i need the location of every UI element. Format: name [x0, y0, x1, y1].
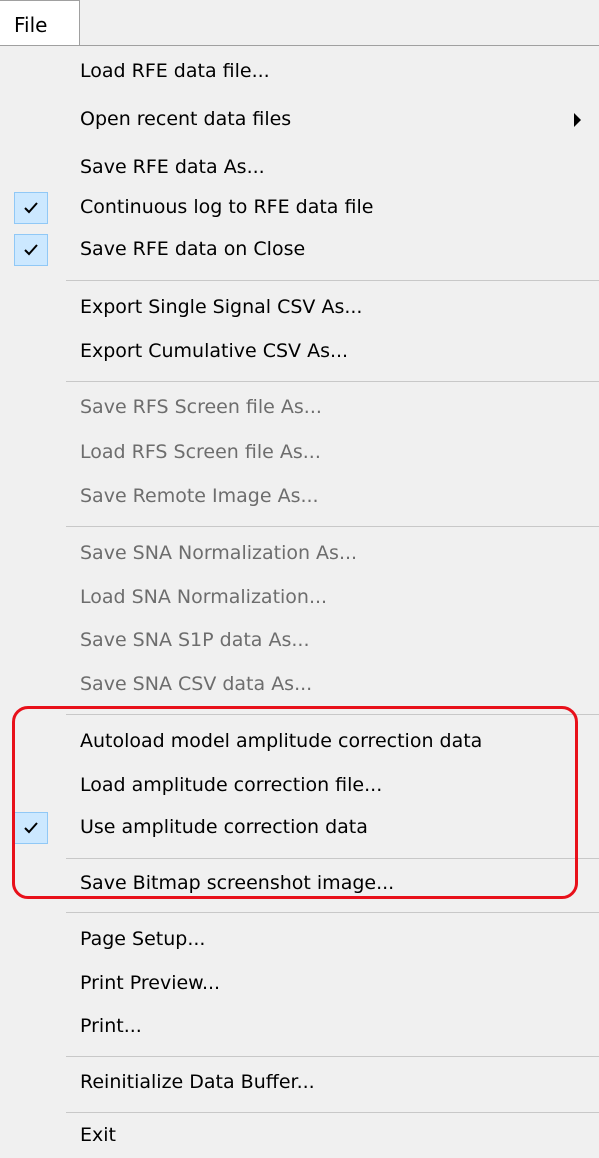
menu-item-label: Save RFE data As...	[80, 156, 265, 178]
menu-item-label: Page Setup...	[80, 928, 206, 950]
menu-item-label: Load RFS Screen file As...	[80, 441, 321, 463]
menu-item-label: Print Preview...	[80, 972, 221, 994]
menu-item-load-rfs-screen-file: Load RFS Screen file As...	[0, 433, 599, 473]
menu-separator	[66, 912, 599, 913]
menu-item-print-preview[interactable]: Print Preview...	[0, 964, 599, 1004]
menu-item-save-sna-s1p-data: Save SNA S1P data As...	[0, 621, 599, 661]
menu-item-label: Continuous log to RFE data file	[80, 196, 374, 218]
submenu-arrow-icon	[574, 113, 581, 127]
menu-item-exit[interactable]: Exit	[0, 1116, 599, 1156]
menu-item-page-setup[interactable]: Page Setup...	[0, 920, 599, 960]
menu-item-open-recent-data-files[interactable]: Open recent data files	[0, 100, 599, 140]
menu-item-label: Load RFE data file...	[80, 60, 270, 82]
menu-separator	[66, 526, 599, 527]
file-menu-label: File	[14, 13, 48, 37]
menu-item-label: Print...	[80, 1015, 142, 1037]
menu-item-save-rfe-data-as[interactable]: Save RFE data As...	[0, 148, 599, 188]
checkmark-icon	[14, 234, 48, 266]
menu-item-reinitialize-data-buffer[interactable]: Reinitialize Data Buffer...	[0, 1063, 599, 1103]
menu-item-label: Save Remote Image As...	[80, 485, 319, 507]
menu-item-label: Open recent data files	[80, 108, 292, 130]
menu-item-label: Save SNA CSV data As...	[80, 673, 313, 695]
menu-item-label: Save RFE data on Close	[80, 238, 306, 260]
menu-item-label: Save SNA S1P data As...	[80, 629, 310, 651]
menu-item-continuous-log[interactable]: Continuous log to RFE data file	[0, 188, 599, 228]
menu-item-load-rfe-data-file[interactable]: Load RFE data file...	[0, 52, 599, 92]
menu-separator	[66, 1112, 599, 1113]
annotation-highlight-outline	[12, 706, 578, 899]
menu-item-label: Reinitialize Data Buffer...	[80, 1071, 315, 1093]
menu-item-save-sna-csv-data: Save SNA CSV data As...	[0, 665, 599, 705]
menu-item-save-remote-image: Save Remote Image As...	[0, 477, 599, 517]
menu-separator	[66, 1056, 599, 1057]
menu-item-save-sna-normalization: Save SNA Normalization As...	[0, 534, 599, 574]
menu-item-label: Export Cumulative CSV As...	[80, 340, 349, 362]
menu-item-export-single-signal-csv[interactable]: Export Single Signal CSV As...	[0, 288, 599, 328]
menu-item-save-rfe-data-on-close[interactable]: Save RFE data on Close	[0, 230, 599, 270]
menu-item-label: Exit	[80, 1124, 116, 1146]
menu-item-load-sna-normalization: Load SNA Normalization...	[0, 578, 599, 618]
menu-item-label: Save RFS Screen file As...	[80, 396, 322, 418]
menu-item-save-rfs-screen-file: Save RFS Screen file As...	[0, 388, 599, 428]
checkmark-icon	[14, 192, 48, 224]
menu-item-print[interactable]: Print...	[0, 1007, 599, 1047]
menu-separator	[66, 280, 599, 281]
menu-item-label: Export Single Signal CSV As...	[80, 296, 363, 318]
file-dropdown-menu: Load RFE data file... Open recent data f…	[0, 45, 599, 1158]
file-menu-tab[interactable]: File	[0, 0, 80, 46]
menu-item-label: Save SNA Normalization As...	[80, 542, 358, 564]
menu-item-export-cumulative-csv[interactable]: Export Cumulative CSV As...	[0, 332, 599, 372]
menu-item-label: Load SNA Normalization...	[80, 586, 328, 608]
menu-separator	[66, 381, 599, 382]
